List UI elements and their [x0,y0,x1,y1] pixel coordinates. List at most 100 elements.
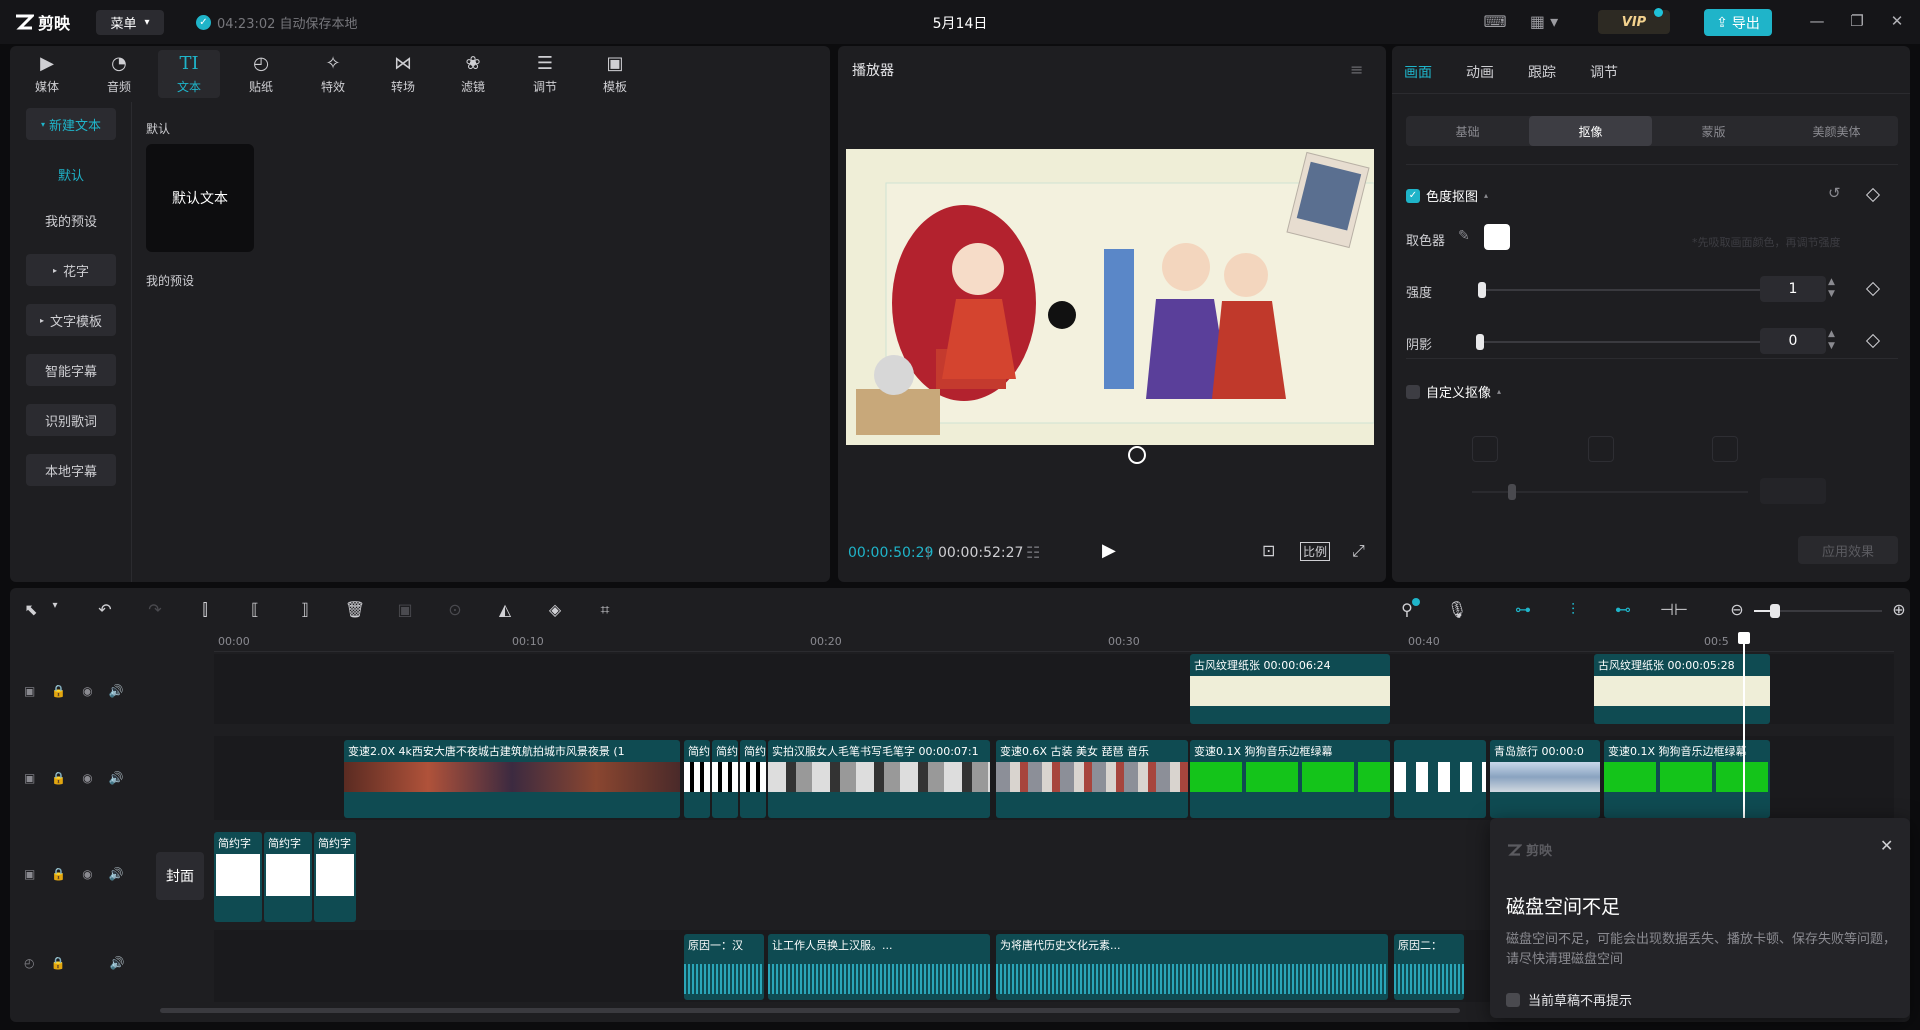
close-icon[interactable]: ✕ [1886,12,1908,32]
dont-show-again-toggle[interactable]: 当前草稿不再提示 [1506,990,1632,1009]
text-clip[interactable]: 简约字 [264,832,312,922]
sidebar-item-new-text[interactable]: ▾ 新建文本 [26,108,116,140]
ratio-button[interactable]: 比例 [1300,542,1331,561]
delete-icon[interactable]: 🗑 [342,600,368,622]
video-clip[interactable]: 实拍汉服女人毛笔书写毛笔字 00:00:07:1 [768,740,990,818]
sidebar-item-smart-subtitle[interactable]: 智能字幕 [26,354,116,386]
fullscreen-icon[interactable]: ⤢ [1352,541,1365,561]
zoom-out-icon[interactable]: ⊖ [1724,600,1750,622]
video-clip-group[interactable] [1394,740,1486,818]
video-clip[interactable]: 变速2.0X 4k西安大唐不夜城古建筑航拍城市风景夜景 (1 [344,740,680,818]
play-icon[interactable]: ▶ [1102,540,1116,561]
sidebar-item-local-subtitle[interactable]: 本地字幕 [26,454,116,486]
zoom-in-icon[interactable]: ⊕ [1886,600,1910,622]
minimize-icon[interactable]: — [1806,12,1828,32]
list-icon[interactable]: ☷ [1026,543,1040,562]
split-left-icon[interactable]: ⟦ [242,600,268,622]
tab-sticker[interactable]: ◴ 贴纸 [230,50,292,98]
text-clip[interactable]: 简约字 [214,832,262,922]
export-button[interactable]: ⇪ 导出 [1704,9,1772,36]
sidebar-item-my-presets[interactable]: 我的预设 [26,204,116,236]
sidebar-item-lyrics[interactable]: 识别歌词 [26,404,116,436]
time-ruler[interactable] [214,632,1894,652]
shadow-input[interactable]: 0 [1760,328,1826,354]
microphone-icon[interactable]: 🎙 [1444,600,1470,622]
stepper-icon[interactable]: ▲ ▼ [1828,276,1835,300]
mirror-icon[interactable]: ◭ [492,600,518,622]
link-main-track-icon[interactable]: ⊶ [1510,600,1536,622]
eye-icon[interactable]: ◉ [82,684,92,704]
custom-key-toggle[interactable]: 自定义抠像 ▴ [1406,382,1501,401]
overlay-clip[interactable]: 古风纹理纸张 00:00:06:24 [1190,654,1390,724]
sub-tab-mask[interactable]: 蒙版 [1652,116,1775,146]
chroma-key-toggle[interactable]: ✓ 色度抠图 ▴ [1406,186,1488,205]
snap-icon[interactable]: ⫶ [1560,600,1586,622]
crop-icon[interactable]: ⌗ [592,600,618,622]
sidebar-item-fancy-text[interactable]: ▸ 花字 [26,254,116,286]
volume-icon[interactable]: 🔊 [109,867,124,887]
video-clip[interactable]: 简约 [684,740,710,818]
zoom-slider-knob[interactable] [1770,604,1780,618]
default-text-card[interactable]: 默认文本 [146,144,254,252]
redo-icon[interactable]: ↷ [142,600,168,622]
tab-filter[interactable]: ❀ 滤镜 [442,50,504,98]
video-clip[interactable]: 变速0.6X 古装 美女 琵琶 音乐 [996,740,1188,818]
tab-picture[interactable]: 画面 [1404,62,1432,82]
video-preview[interactable] [846,149,1374,445]
rotate-handle-icon[interactable] [1128,446,1146,464]
color-swatch[interactable] [1484,224,1510,250]
apply-effect-button[interactable]: 应用效果 [1798,536,1898,564]
text-clip[interactable]: 简约字 [314,832,356,922]
undo-icon[interactable]: ↶ [92,600,118,622]
tab-transition[interactable]: ⋈ 转场 [372,50,434,98]
sub-tab-beauty[interactable]: 美颜美体 [1775,116,1898,146]
keyframe-icon[interactable] [1865,333,1881,349]
rotate-icon[interactable]: ◈ [542,600,568,622]
close-icon[interactable]: ✕ [1880,836,1893,855]
sidebar-item-text-template[interactable]: ▸ 文字模板 [26,304,116,336]
tab-animation[interactable]: 动画 [1466,62,1494,82]
tab-template[interactable]: ▣ 模板 [584,50,646,98]
maximize-icon[interactable]: ❐ [1846,12,1868,32]
lock-icon[interactable]: 🔒 [51,684,66,704]
tab-adjustment[interactable]: 调节 [1590,62,1618,82]
sub-tab-basic[interactable]: 基础 [1406,116,1529,146]
tab-effects[interactable]: ✧ 特效 [302,50,364,98]
video-clip[interactable]: 青岛旅行 00:00:0 [1490,740,1600,818]
video-clip[interactable]: 变速0.1X 狗狗音乐边框绿幕 [1190,740,1390,818]
audio-clip[interactable]: 原因一：汉 [684,934,764,1000]
shadow-slider-knob[interactable] [1476,334,1484,350]
volume-icon[interactable]: 🔊 [109,684,124,704]
volume-icon[interactable]: 🔊 [109,956,124,976]
sub-tab-keying[interactable]: 抠像 [1529,116,1652,146]
volume-icon[interactable]: 🔊 [109,771,124,791]
keyframe-icon[interactable] [1865,187,1881,203]
video-clip[interactable]: 简约 [740,740,766,818]
tab-tracking[interactable]: 跟踪 [1528,62,1556,82]
shadow-slider[interactable] [1478,341,1778,343]
horizontal-scrollbar[interactable] [160,1008,1460,1013]
cover-button[interactable]: 封面 [156,852,204,900]
reverse-icon[interactable]: ⊙ [442,600,468,622]
split-icon[interactable]: ⫿ [192,600,218,622]
audio-clip[interactable]: 原因二： [1394,934,1464,1000]
video-clip[interactable]: 变速0.1X 狗狗音乐边框绿幕 [1604,740,1770,818]
freeze-icon[interactable]: ▣ [392,600,418,622]
strength-slider[interactable] [1478,289,1778,291]
audio-clip[interactable]: 为将唐代历史文化元素... [996,934,1388,1000]
layout-icon[interactable]: ▦ ▾ [1524,12,1564,32]
tab-audio[interactable]: ◔ 音频 [88,50,150,98]
lock-icon[interactable]: 🔒 [50,956,65,976]
chevron-down-icon[interactable]: ▾ [42,600,68,622]
audio-clip[interactable]: 让工作人员换上汉服。... [768,934,990,1000]
video-clip[interactable]: 简约 [712,740,738,818]
strength-slider-knob[interactable] [1478,282,1486,298]
lock-icon[interactable]: 🔒 [51,771,66,791]
tab-adjust[interactable]: ☰ 调节 [514,50,576,98]
split-right-icon[interactable]: ⟧ [292,600,318,622]
lock-icon[interactable]: 🔒 [51,867,66,887]
menu-button[interactable]: 菜单 ▾ [96,10,164,35]
tab-text[interactable]: TI 文本 [158,50,220,98]
strength-input[interactable]: 1 [1760,276,1826,302]
reset-icon[interactable]: ↺ [1828,184,1841,202]
